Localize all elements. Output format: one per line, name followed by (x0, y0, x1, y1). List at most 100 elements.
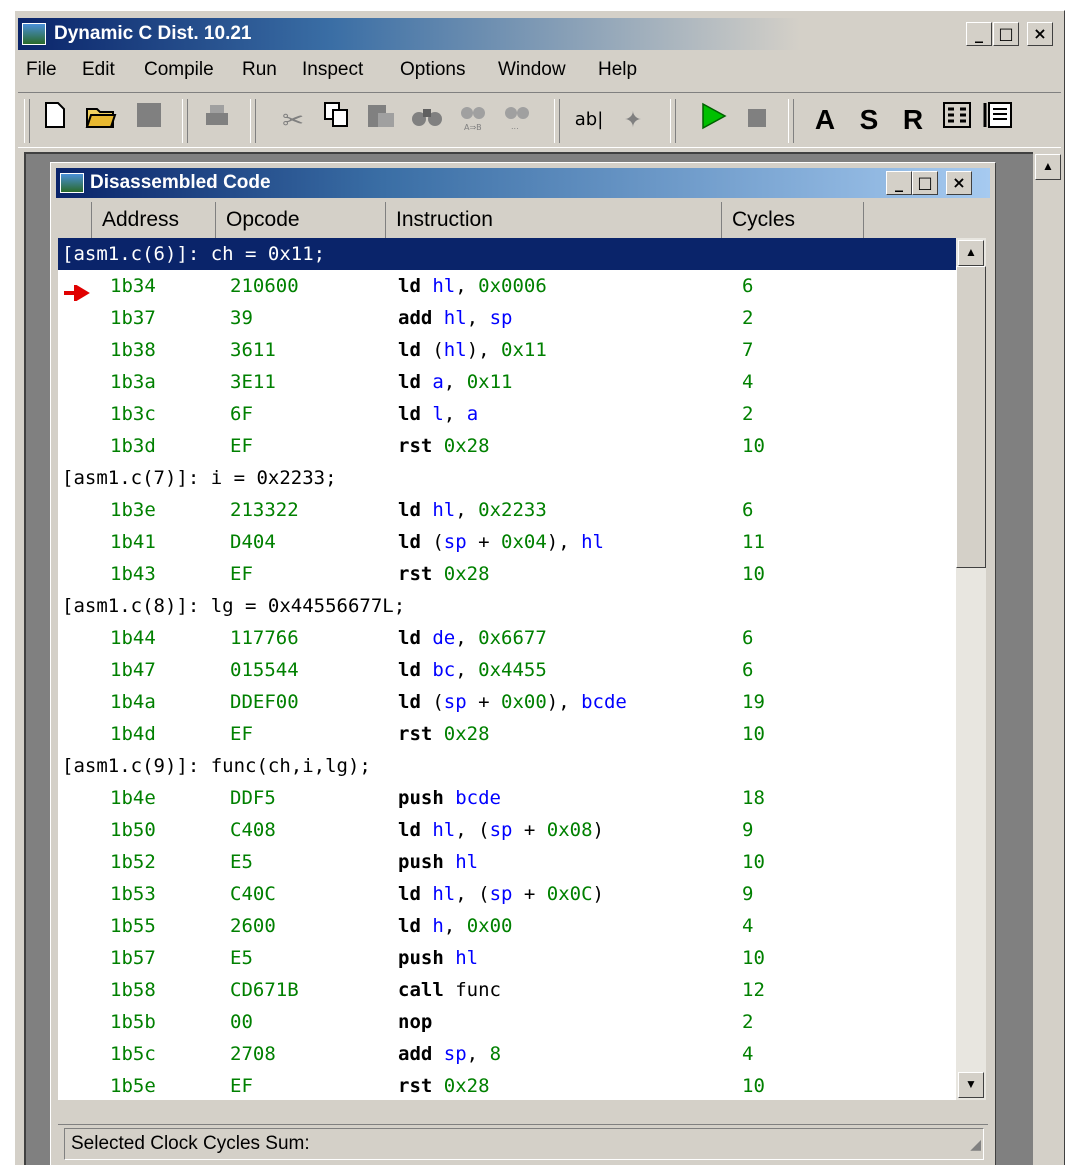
instruction-row[interactable]: 1b5b 00 nop 2 (58, 1006, 956, 1038)
toolbar-grip[interactable] (250, 99, 256, 143)
register-operand: sp (489, 307, 513, 329)
numeric-operand: 0x08 (546, 819, 593, 841)
menu-options[interactable]: Options (400, 54, 465, 86)
source-line-row[interactable]: [asm1.c(6)]: ch = 0x11; (58, 238, 956, 270)
child-maximize-button[interactable]: □ (912, 171, 938, 195)
wand-icon[interactable]: ✦ (614, 101, 652, 139)
stack-icon[interactable] (980, 101, 1018, 139)
open-folder-icon[interactable] (82, 101, 120, 139)
text-edit-icon[interactable]: ab| (570, 101, 608, 139)
menu-inspect[interactable]: Inspect (302, 54, 363, 86)
menu-compile[interactable]: Compile (144, 54, 214, 86)
cycles-cell: 19 (742, 691, 765, 713)
stop-icon[interactable] (738, 101, 776, 139)
column-header-opcode[interactable]: Opcode (216, 202, 386, 238)
cycles-cell: 4 (742, 915, 754, 937)
column-header-instruction[interactable]: Instruction (386, 202, 722, 238)
child-close-button[interactable]: × (946, 171, 972, 195)
column-header-address[interactable]: Address (92, 202, 216, 238)
close-button[interactable]: × (1027, 22, 1053, 46)
instruction-cell: push bcde (398, 782, 501, 814)
operand-text: + (512, 819, 547, 841)
instruction-row[interactable]: 1b3d EF rst 0x28 10 (58, 430, 956, 462)
instruction-row[interactable]: 1b3e 213322 ld hl, 0x2233 6 (58, 494, 956, 526)
instruction-row[interactable]: 1b57 E5 push hl 10 (58, 942, 956, 974)
instruction-cell: call func (398, 974, 501, 1006)
cycles-cell: 10 (742, 723, 765, 745)
numeric-operand: 8 (489, 1043, 502, 1065)
svg-text:A⇒B: A⇒B (464, 123, 482, 131)
find-icon[interactable] (408, 101, 446, 139)
source-line-row[interactable]: [asm1.c(9)]: func(ch,i,lg); (58, 750, 956, 782)
column-header-cycles[interactable]: Cycles (722, 202, 864, 238)
instruction-row[interactable]: 1b43 EF rst 0x28 10 (58, 558, 956, 590)
cut-icon[interactable]: ✂ (274, 101, 312, 139)
main-vertical-scrollbar[interactable]: ▲ (1033, 152, 1063, 1165)
menu-file[interactable]: File (26, 54, 57, 86)
instruction-row[interactable]: 1b5c 2708 add sp, 8 4 (58, 1038, 956, 1070)
instruction-row[interactable]: 1b4e DDF5 push bcde 18 (58, 782, 956, 814)
instruction-row[interactable]: 1b41 D404 ld (sp + 0x04), hl 11 (58, 526, 956, 558)
menu-run[interactable]: Run (242, 54, 277, 86)
paste-icon[interactable] (362, 101, 400, 139)
address-cell: 1b53 (110, 883, 156, 905)
replace-icon[interactable]: A⇒B (454, 101, 492, 139)
child-title-bar[interactable]: Disassembled Code _ □ × (56, 168, 990, 198)
toolbar-grip[interactable] (670, 99, 676, 143)
instruction-row[interactable]: 1b55 2600 ld h, 0x00 4 (58, 910, 956, 942)
list-scroll-up-button[interactable]: ▲ (958, 240, 984, 266)
instruction-row[interactable]: 1b53 C40C ld hl, (sp + 0x0C) 9 (58, 878, 956, 910)
opcode-cell: 117766 (230, 627, 299, 649)
maximize-button[interactable]: □ (993, 22, 1019, 46)
menu-edit[interactable]: Edit (82, 54, 115, 86)
minimize-button[interactable]: _ (966, 22, 992, 46)
io-registers-icon[interactable] (938, 101, 976, 139)
opcode-cell: 015544 (230, 659, 299, 681)
address-cell: 1b3a (110, 371, 156, 393)
toolbar-grip[interactable] (24, 99, 30, 143)
copy-icon[interactable] (318, 101, 356, 139)
toolbar-grip[interactable] (182, 99, 188, 143)
registers-button[interactable]: R (894, 101, 932, 139)
save-icon[interactable] (130, 101, 168, 139)
instruction-row[interactable]: 1b38 3611 ld (hl), 0x11 7 (58, 334, 956, 366)
instruction-row[interactable]: 1b5e EF rst 0x28 10 (58, 1070, 956, 1100)
instruction-row[interactable]: 1b52 E5 push hl 10 (58, 846, 956, 878)
instruction-row[interactable]: 1b47 015544 ld bc, 0x4455 6 (58, 654, 956, 686)
instruction-row[interactable]: 1b37 39 add hl, sp 2 (58, 302, 956, 334)
print-icon[interactable] (198, 101, 236, 139)
list-scroll-thumb[interactable] (956, 266, 986, 568)
menu-help[interactable]: Help (598, 54, 637, 86)
disassembly-list[interactable]: [asm1.c(6)]: ch = 0x11; 1b34 210600 ld hl, … (58, 238, 956, 1100)
child-minimize-button[interactable]: _ (886, 171, 912, 195)
main-title-bar[interactable]: Dynamic C Dist. 10.21 _ □ × (18, 18, 1061, 50)
instruction-row[interactable]: 1b44 117766 ld de, 0x6677 6 (58, 622, 956, 654)
toolbar-grip[interactable] (788, 99, 794, 143)
instruction-row[interactable]: 1b4d EF rst 0x28 10 (58, 718, 956, 750)
source-line-row[interactable]: [asm1.c(8)]: lg = 0x44556677L; (58, 590, 956, 622)
resize-grip-icon[interactable]: ◢ (970, 1129, 981, 1159)
toolbar-grip[interactable] (554, 99, 560, 143)
instruction-row[interactable]: 1b50 C408 ld hl, (sp + 0x08) 9 (58, 814, 956, 846)
opcode-cell: 6F (230, 403, 253, 425)
register-operand: hl (432, 883, 456, 905)
app-title: Dynamic C Dist. 10.21 (54, 23, 252, 44)
stack-button[interactable]: S (850, 101, 888, 139)
instruction-row[interactable]: 1b3a 3E11 ld a, 0x11 4 (58, 366, 956, 398)
assembly-button[interactable]: A (806, 101, 844, 139)
menu-window[interactable]: Window (498, 54, 566, 86)
register-operand: sp (443, 531, 467, 553)
scroll-up-button[interactable]: ▲ (1035, 154, 1061, 180)
instruction-row[interactable]: 1b34 210600 ld hl, 0x0006 6 (58, 270, 956, 303)
find-next-icon[interactable]: ... (498, 101, 536, 139)
new-file-icon[interactable] (36, 101, 74, 139)
register-operand: sp (443, 691, 467, 713)
instruction-row[interactable]: 1b4a DDEF00 ld (sp + 0x00), bcde 19 (58, 686, 956, 718)
run-icon[interactable] (694, 101, 732, 139)
address-cell: 1b5e (110, 1075, 156, 1097)
instruction-row[interactable]: 1b58 CD671B call func 12 (58, 974, 956, 1006)
source-line-row[interactable]: [asm1.c(7)]: i = 0x2233; (58, 462, 956, 494)
list-scroll-down-button[interactable]: ▼ (958, 1072, 984, 1098)
instruction-row[interactable]: 1b3c 6F ld l, a 2 (58, 398, 956, 430)
minimize-icon: _ (895, 173, 903, 192)
